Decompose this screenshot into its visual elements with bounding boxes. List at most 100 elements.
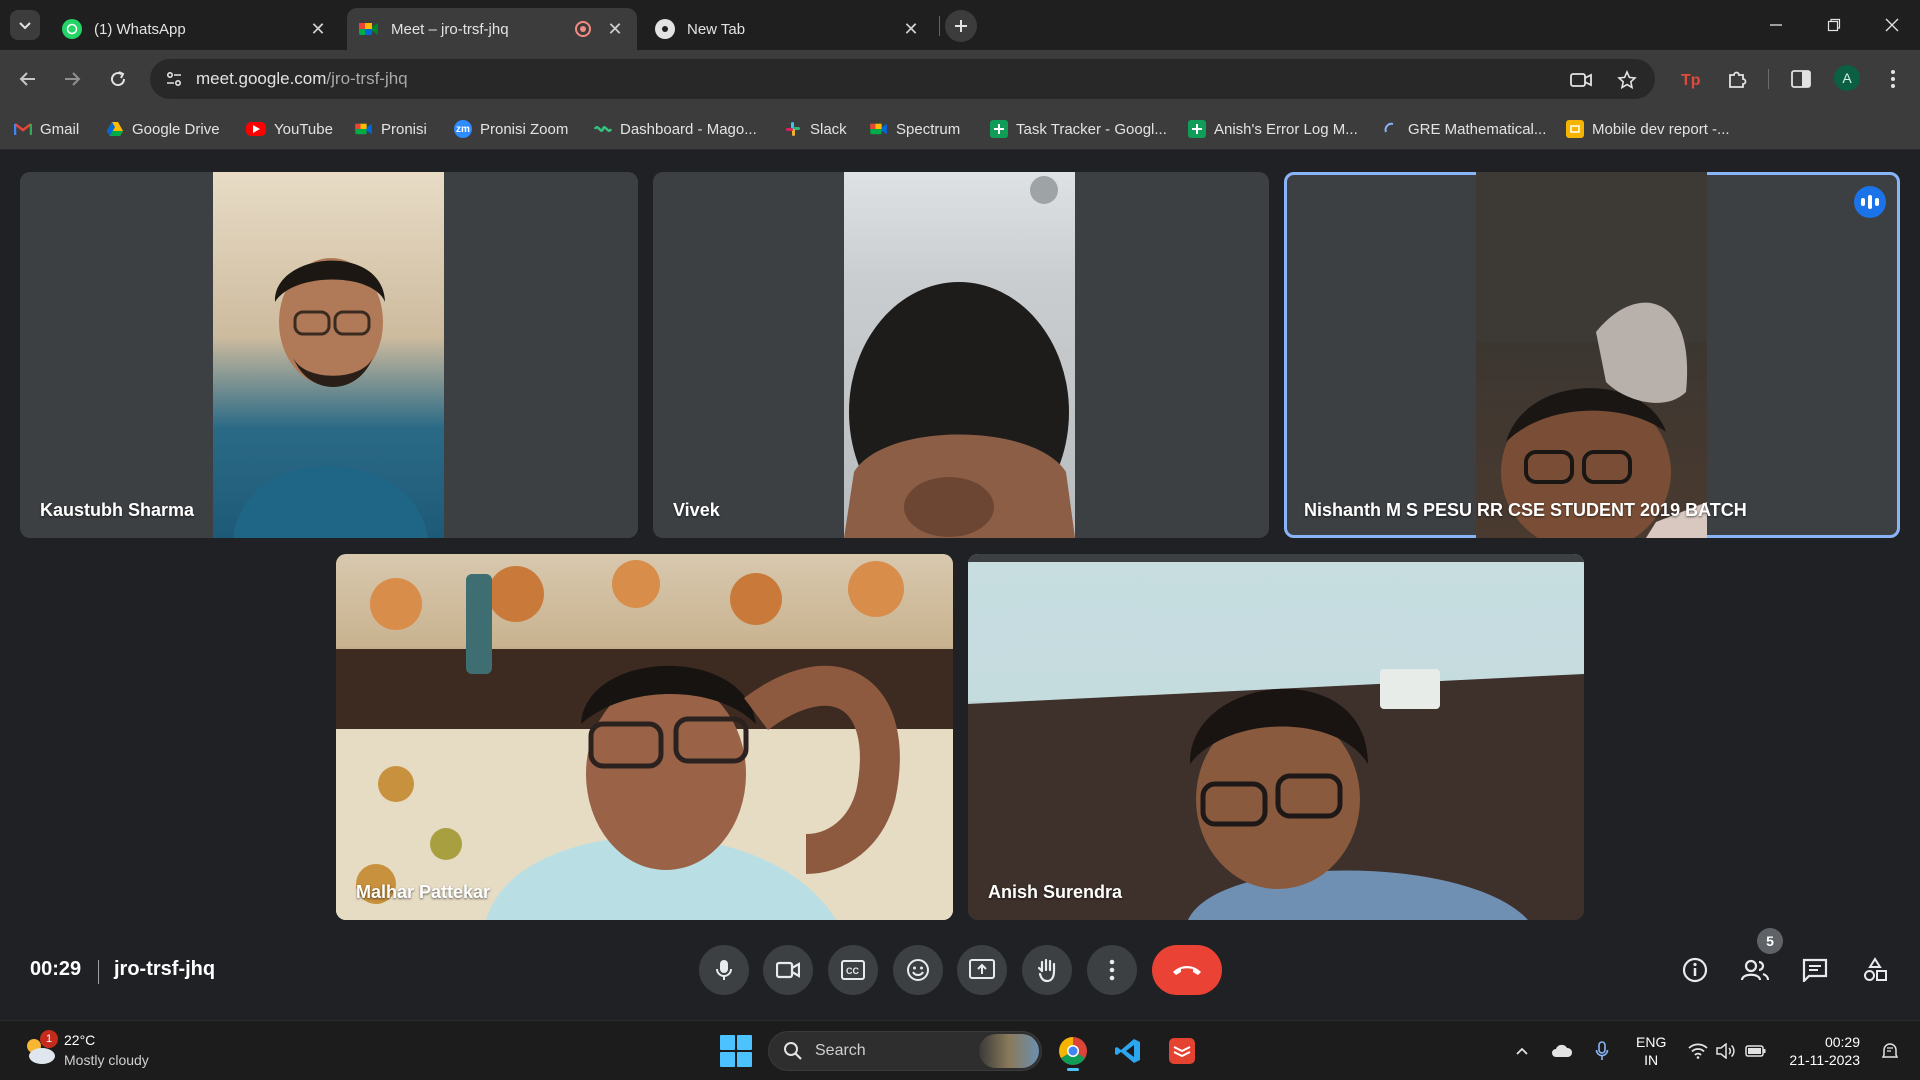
tab-label: Meet – jro-trsf-jhq <box>391 20 509 38</box>
participant-video <box>213 172 444 538</box>
show-hidden-icons-chevron-up-icon[interactable] <box>1510 1039 1534 1063</box>
bookmark-label: Google Drive <box>132 120 220 138</box>
address-bar[interactable]: meet.google.com/jro-trsf-jhq <box>150 59 1655 99</box>
tp-extension-icon[interactable]: Tp <box>1676 64 1706 94</box>
back-button[interactable] <box>12 63 44 95</box>
reactions-button[interactable] <box>893 945 943 995</box>
bookmark-dashboard[interactable]: Dashboard - Mago... <box>594 116 757 142</box>
bookmarks-bar: Gmail Google Drive YouTube Pronisi zm Pr… <box>0 108 1920 150</box>
chrome-icon <box>1059 1037 1087 1065</box>
activities-shapes-icon <box>1864 957 1887 981</box>
browser-menu-icon[interactable] <box>1878 64 1908 94</box>
participant-tile[interactable]: Vivek <box>653 172 1269 538</box>
taskbar-todoist[interactable] <box>1162 1031 1202 1071</box>
google-meet-icon <box>355 120 373 138</box>
battery-charging-icon[interactable] <box>1744 1039 1768 1063</box>
activities-button[interactable] <box>1854 949 1896 991</box>
volume-icon[interactable] <box>1714 1039 1738 1063</box>
side-panel-icon[interactable] <box>1786 64 1816 94</box>
url-path: /jro-trsf-jhq <box>326 69 408 88</box>
close-tab-icon[interactable]: ✕ <box>605 19 625 39</box>
minimize-button[interactable] <box>1748 0 1804 50</box>
windows-start-button[interactable] <box>720 1035 752 1067</box>
raise-hand-button[interactable] <box>1022 945 1072 995</box>
meeting-code: jro-trsf-jhq <box>114 958 216 980</box>
participant-video <box>844 172 1075 538</box>
bookmark-google-drive[interactable]: Google Drive <box>106 116 220 142</box>
gmail-icon <box>14 120 32 138</box>
recording-icon <box>575 21 591 37</box>
reload-button[interactable] <box>102 63 134 95</box>
close-tab-icon[interactable]: ✕ <box>308 19 328 39</box>
more-options-button[interactable] <box>1087 945 1137 995</box>
close-tab-icon[interactable]: ✕ <box>901 19 921 39</box>
person-silhouette-icon <box>968 554 1584 920</box>
vscode-icon <box>1115 1039 1140 1063</box>
bookmark-pronisi[interactable]: Pronisi <box>355 116 427 142</box>
forward-button[interactable] <box>56 63 88 95</box>
tab-label: New Tab <box>687 20 746 38</box>
camera-in-use-icon[interactable] <box>1570 69 1592 91</box>
windows-logo-pane <box>720 1052 735 1067</box>
site-info-icon[interactable] <box>160 65 188 93</box>
bookmark-pronisi-zoom[interactable]: zm Pronisi Zoom <box>454 116 568 142</box>
tab-label: (1) WhatsApp <box>94 20 186 38</box>
camera-button[interactable] <box>763 945 813 995</box>
onedrive-cloud-icon[interactable] <box>1550 1039 1574 1063</box>
bookmark-gmail[interactable]: Gmail <box>14 116 79 142</box>
taskbar-chrome[interactable] <box>1053 1031 1093 1071</box>
input-language-indicator[interactable]: ENG IN <box>1636 1033 1666 1069</box>
people-button[interactable] <box>1734 949 1776 991</box>
taskbar-search-label: Search <box>815 1042 866 1059</box>
tab-new-tab[interactable]: New Tab ✕ <box>643 8 933 50</box>
captions-button[interactable]: CC <box>828 945 878 995</box>
tab-search-button[interactable] <box>10 10 40 40</box>
person-silhouette-icon <box>1476 172 1707 538</box>
participant-name: Anish Surendra <box>988 882 1123 902</box>
participant-tile[interactable]: Anish Surendra <box>968 554 1584 920</box>
participant-tile[interactable]: Nishanth M S PESU RR CSE STUDENT 2019 BA… <box>1284 172 1900 538</box>
chrome-icon <box>655 19 675 39</box>
tab-whatsapp[interactable]: (1) WhatsApp ✕ <box>50 8 340 50</box>
wifi-icon[interactable] <box>1686 1039 1710 1063</box>
person-silhouette-icon <box>336 560 953 920</box>
bookmark-slack[interactable]: Slack <box>784 116 847 142</box>
system-clock[interactable]: 00:29 21-11-2023 <box>1780 1033 1860 1069</box>
participant-tile[interactable]: Malhar Pattekar <box>336 554 953 920</box>
bookmark-label: Slack <box>810 120 847 138</box>
dashboard-icon <box>594 120 612 138</box>
weather-temperature: 22°C <box>64 1032 96 1048</box>
close-window-button[interactable] <box>1864 0 1920 50</box>
raise-hand-icon <box>1037 958 1056 983</box>
microphone-button[interactable] <box>699 945 749 995</box>
bookmark-gre[interactable]: GRE Mathematical... <box>1382 116 1546 142</box>
extensions-icon[interactable] <box>1722 64 1752 94</box>
google-sheets-icon <box>1188 120 1206 138</box>
present-screen-button[interactable] <box>957 945 1007 995</box>
new-tab-button[interactable] <box>945 10 977 42</box>
bookmark-youtube[interactable]: YouTube <box>246 116 333 142</box>
notifications-icon[interactable] <box>1878 1039 1902 1063</box>
bookmark-task-tracker[interactable]: Task Tracker - Googl... <box>990 116 1167 142</box>
weather-description: Mostly cloudy <box>64 1052 149 1068</box>
arrow-left-icon <box>19 72 35 86</box>
leave-call-button[interactable] <box>1152 945 1222 995</box>
bookmark-error-log[interactable]: Anish's Error Log M... <box>1188 116 1358 142</box>
participant-name: Vivek <box>673 500 720 520</box>
bookmark-mobile-dev[interactable]: Mobile dev report -... <box>1566 116 1730 142</box>
svg-text:Tp: Tp <box>1681 72 1701 89</box>
profile-avatar[interactable]: A <box>1834 65 1860 91</box>
meeting-details-button[interactable] <box>1674 949 1716 991</box>
bookmark-spectrum[interactable]: Spectrum <box>870 116 960 142</box>
microphone-in-use-icon[interactable] <box>1590 1039 1614 1063</box>
meeting-info-divider <box>98 960 99 984</box>
tab-meet[interactable]: Meet – jro-trsf-jhq ✕ <box>347 8 637 50</box>
closed-captions-icon: CC <box>841 960 865 980</box>
bookmark-star-icon[interactable] <box>1616 69 1638 91</box>
taskbar-vscode[interactable] <box>1108 1031 1148 1071</box>
restore-button[interactable] <box>1806 0 1862 50</box>
taskbar-search[interactable]: Search <box>768 1031 1042 1071</box>
participant-tile[interactable]: Kaustubh Sharma <box>20 172 638 538</box>
url-text: meet.google.com/jro-trsf-jhq <box>196 69 408 89</box>
chat-button[interactable] <box>1794 949 1836 991</box>
